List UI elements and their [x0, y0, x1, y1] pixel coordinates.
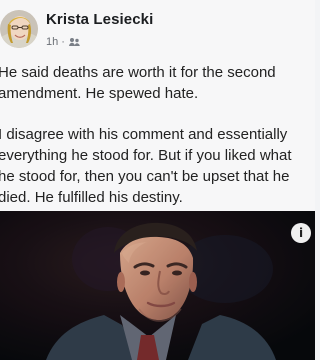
post-paragraph-1: He said deaths are worth it for the seco…: [0, 62, 315, 104]
post-image[interactable]: i: [0, 211, 315, 360]
post-text-line: I disagree with his comment and essentia…: [0, 126, 288, 143]
post-paragraph-2: I disagree with his comment and essentia…: [0, 124, 315, 208]
avatar[interactable]: [0, 10, 38, 48]
post-text-line: He said deaths are worth it for the seco…: [0, 64, 276, 81]
portrait-photo: [0, 211, 315, 360]
post-text-line: amendment. He spewed hate.: [0, 85, 199, 102]
post-time[interactable]: 1h ·: [46, 36, 65, 48]
facebook-post: Krista Lesiecki 1h · He said deaths are …: [0, 0, 315, 360]
avatar-image: [0, 10, 38, 48]
post-text-line: he stood for, then you can't be upset th…: [0, 168, 290, 185]
post-text-line: everything he stood for. But if you like…: [0, 147, 292, 164]
friends-icon[interactable]: [68, 37, 81, 47]
post-header: Krista Lesiecki 1h ·: [0, 8, 315, 56]
info-icon[interactable]: i: [291, 223, 311, 243]
post-meta: 1h ·: [46, 36, 81, 48]
author-name[interactable]: Krista Lesiecki: [46, 11, 153, 28]
post-text-line: died. He fulfilled his destiny.: [0, 189, 183, 206]
